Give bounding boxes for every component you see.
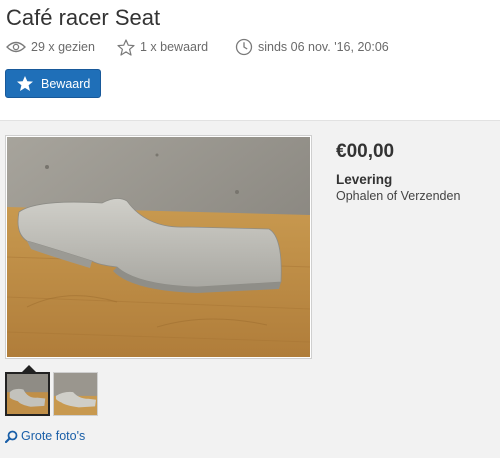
clock-icon — [235, 38, 258, 56]
listing-date: sinds 06 nov. '16, 20:06 — [258, 40, 389, 54]
saved-button[interactable]: Bewaard — [5, 69, 101, 98]
since-stat: sinds 06 nov. '16, 20:06 — [235, 38, 389, 56]
listing-header: Café racer Seat 29 x gezien 1 x bewaard — [0, 0, 500, 110]
large-photos-link[interactable]: Grote foto's — [5, 429, 85, 443]
magnifier-icon — [5, 430, 21, 443]
star-outline-icon — [117, 38, 140, 56]
thumbnail-1[interactable] — [5, 372, 50, 416]
saved-count: 1 x bewaard — [140, 40, 209, 54]
eye-icon — [6, 41, 31, 53]
saved-button-label: Bewaard — [41, 76, 91, 91]
delivery-label: Levering — [336, 172, 393, 187]
large-photos-label: Grote foto's — [21, 429, 86, 443]
page-title: Café racer Seat — [6, 5, 161, 30]
views-count: 29 x gezien — [31, 40, 95, 54]
main-photo[interactable] — [5, 135, 312, 359]
views-stat: 29 x gezien — [6, 38, 95, 56]
saved-stat: 1 x bewaard — [117, 38, 208, 56]
active-thumbnail-pointer — [22, 365, 36, 372]
delivery-value: Ophalen of Verzenden — [336, 189, 461, 203]
star-icon — [6, 75, 41, 92]
listing-content: €00,00 Levering Ophalen of Verzenden Gro… — [0, 120, 500, 458]
thumbnail-2[interactable] — [53, 372, 98, 416]
price: €00,00 — [336, 141, 395, 162]
